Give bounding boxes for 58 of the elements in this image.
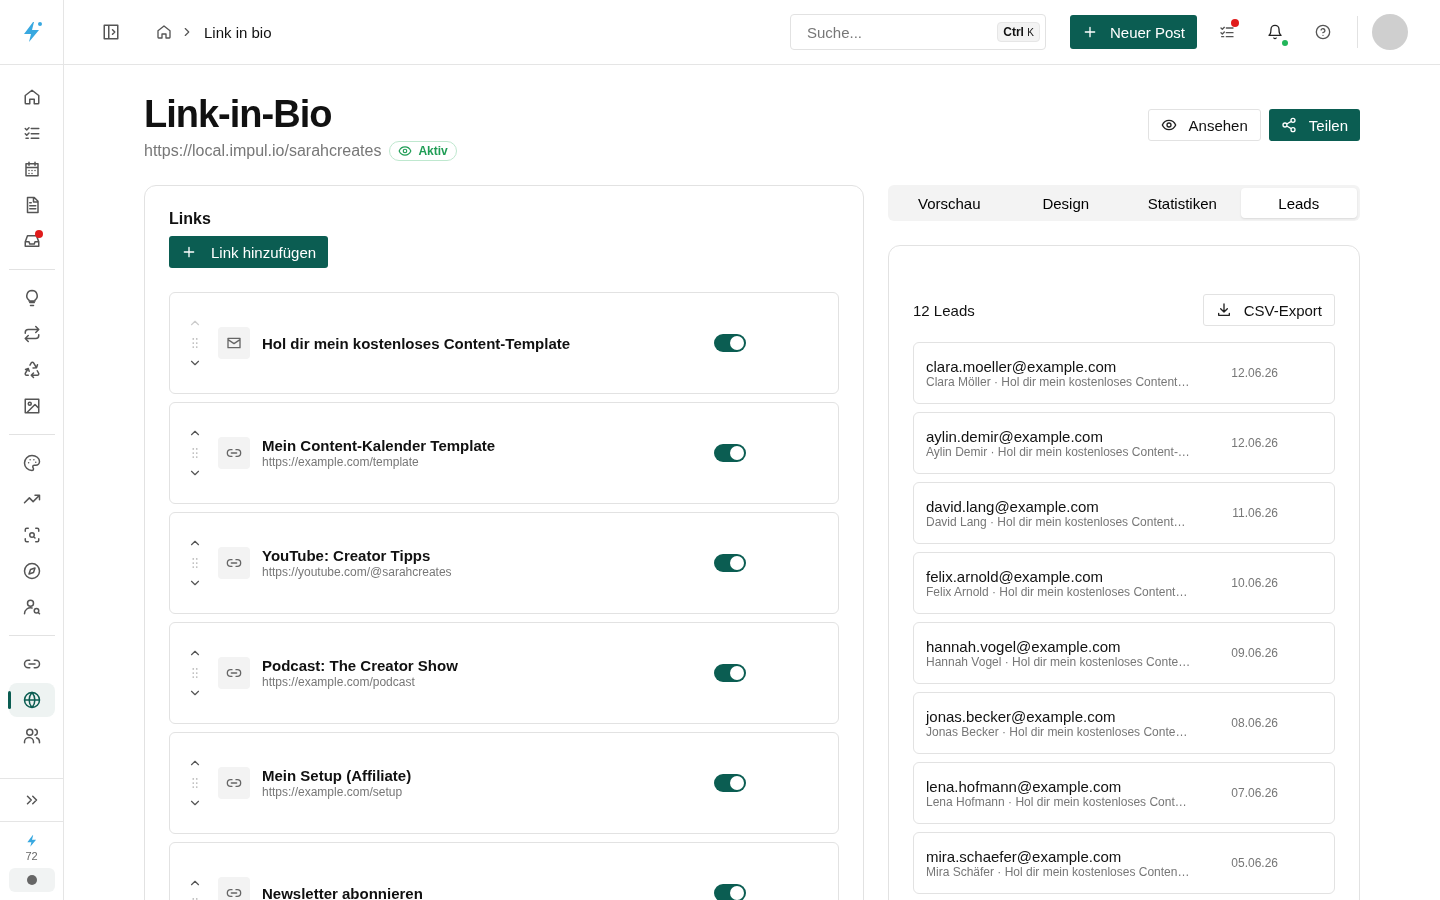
link-url: https://example.com/podcast [262,675,416,689]
tab[interactable]: Vorschau [891,188,1008,218]
lead-date: 12.06.26 [1231,436,1278,450]
lead-detail: Lena Hofmann · Hol dir mein kostenloses Cont… [926,794,1188,809]
link-url: https://youtube.com/@sarahcreates [262,565,453,579]
tab[interactable]: Design [1007,188,1124,218]
view-button[interactable]: Ansehen [1147,109,1261,141]
lead-date: 12.06.26 [1231,366,1278,380]
link-title: Mein Setup (Affiliate) [262,767,413,784]
link-title: Mein Content-Kalender Template [262,437,497,454]
lead-email: lena.hofmann@example.com [926,777,1123,795]
shortcut-hint: Ctrl K [997,22,1040,42]
lead-email: jonas.becker@example.com [926,707,1117,725]
lead-date: 09.06.26 [1231,646,1278,660]
lead-date: 05.06.26 [1231,856,1278,870]
lead-date: 10.06.26 [1231,576,1278,590]
lead-email: felix.arnold@example.com [926,567,1104,585]
lead-date: 08.06.26 [1231,716,1278,730]
section-title: Links [169,210,212,228]
tab[interactable]: Leads [1240,188,1357,218]
lead-detail: Aylin Demir · Hol dir mein kostenloses Content-… [926,444,1191,459]
link-title: YouTube: Creator Tipps [262,547,432,564]
lead-detail: Mira Schäfer · Hol dir mein kostenloses Conten… [926,864,1191,879]
lead-email: aylin.demir@example.com [926,427,1104,445]
lead-detail: Clara Möller · Hol dir mein kostenloses Content… [926,374,1191,389]
lead-card[interactable]: aylin.demir@example.com Aylin Demir · Hol dir mein kostenloses Content-… 12.06.26 [913,412,1335,474]
lead-detail: David Lang · Hol dir mein kostenloses Content… [926,514,1187,529]
leads-count: 12 Leads [913,301,975,319]
link-title: Hol dir mein kostenloses Content-Template [262,334,572,352]
lead-detail: Felix Arnold · Hol dir mein kostenloses Content… [926,584,1189,599]
lead-card[interactable]: felix.arnold@example.com Felix Arnold · Hol dir mein kostenloses Content… 10.06.26 [913,552,1335,614]
page-url: https://local.impul.io/sarahcreates [144,142,382,160]
link-title: Newsletter abonnieren [262,884,424,900]
link-url: https://example.com/setup [262,785,404,799]
link-title: Podcast: The Creator Show [262,657,459,674]
breadcrumb-current: Link in bio [204,23,272,41]
page-title: Link-in-Bio [144,92,333,137]
lead-email: hannah.vogel@example.com [926,637,1122,655]
link-url: https://example.com/template [262,455,420,469]
csv-export-button[interactable]: CSV-Export [1202,294,1335,326]
lead-email: mira.schaefer@example.com [926,847,1123,865]
lead-card[interactable]: lena.hofmann@example.com Lena Hofmann · Hol dir mein kostenloses Cont… 07.06.26 [913,762,1335,824]
add-link-button[interactable]: Link hinzufügen [169,236,329,268]
lead-date: 11.06.26 [1232,506,1278,520]
lead-email: david.lang@example.com [926,497,1100,515]
tab[interactable]: Statistiken [1124,188,1241,218]
lead-card[interactable]: jonas.becker@example.com Jonas Becker · Hol dir mein kostenloses Conte… 08.06.26 [913,692,1335,754]
lead-detail: Jonas Becker · Hol dir mein kostenloses Conte… [926,724,1189,739]
lead-date: 07.06.26 [1231,786,1278,800]
lead-card[interactable]: clara.moeller@example.com Clara Möller · Hol dir mein kostenloses Content… 12.06.26 [913,342,1335,404]
lead-card[interactable]: hannah.vogel@example.com Hannah Vogel · Hol dir mein kostenloses Conte… 09.06.26 [913,622,1335,684]
lead-detail: Hannah Vogel · Hol dir mein kostenloses Conte… [926,654,1192,669]
share-button[interactable]: Teilen [1268,109,1360,141]
new-post-button[interactable]: Neuer Post [1069,15,1197,49]
credit-count: 72 [25,850,38,862]
lead-email: clara.moeller@example.com [926,357,1118,375]
lead-card[interactable]: david.lang@example.com David Lang · Hol dir mein kostenloses Content… 11.06.26 [913,482,1335,544]
lead-card[interactable]: mira.schaefer@example.com Mira Schäfer · Hol dir mein kostenloses Conten… 05.06.26 [913,832,1335,894]
